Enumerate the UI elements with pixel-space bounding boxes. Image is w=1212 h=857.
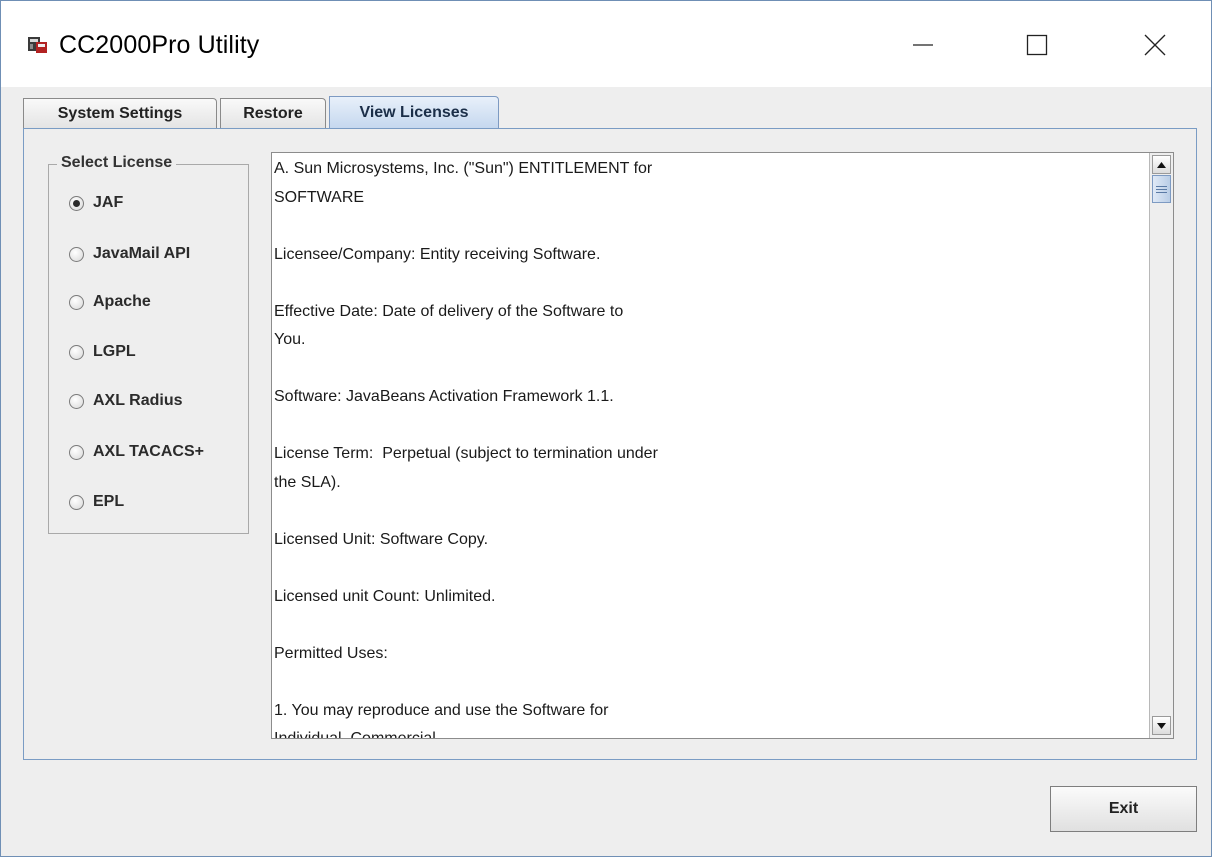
- radio-label: EPL: [93, 493, 125, 510]
- radio-label: JAF: [93, 194, 124, 211]
- grip-line: [1156, 191, 1167, 193]
- radio-button-icon[interactable]: [69, 494, 84, 510]
- radio-button-icon[interactable]: [69, 294, 84, 310]
- scroll-down-button[interactable]: [1152, 716, 1171, 735]
- radio-button-icon[interactable]: [69, 195, 84, 211]
- radio-epl[interactable]: EPL: [69, 491, 124, 513]
- maximize-icon: [1026, 34, 1048, 56]
- radio-apache[interactable]: Apache: [69, 291, 151, 313]
- window-title: CC2000Pro Utility: [59, 31, 260, 59]
- radio-lgpl[interactable]: LGPL: [69, 341, 136, 363]
- radio-label: AXL Radius: [93, 392, 183, 409]
- radio-button-icon[interactable]: [69, 344, 84, 360]
- radio-label: AXL TACACS+: [93, 443, 204, 460]
- title-bar[interactable]: CC2000Pro Utility: [1, 1, 1211, 87]
- license-text: A. Sun Microsystems, Inc. ("Sun") ENTITL…: [274, 160, 658, 739]
- license-text-area[interactable]: A. Sun Microsystems, Inc. ("Sun") ENTITL…: [271, 152, 1174, 739]
- close-icon: [1144, 34, 1166, 56]
- app-window: CC2000Pro Utility System Settings Restor…: [0, 0, 1212, 857]
- radio-label: JavaMail API: [93, 245, 191, 262]
- radio-button-icon[interactable]: [69, 393, 84, 409]
- tab-view-licenses[interactable]: View Licenses: [329, 96, 499, 129]
- app-icon: [28, 37, 47, 53]
- exit-button[interactable]: Exit: [1050, 786, 1197, 832]
- radio-label: LGPL: [93, 343, 136, 360]
- scrollbar-thumb[interactable]: [1152, 175, 1171, 203]
- vertical-scrollbar[interactable]: [1149, 153, 1173, 738]
- grip-line: [1156, 185, 1167, 187]
- radio-axl-radius[interactable]: AXL Radius: [69, 390, 183, 412]
- radio-button-icon[interactable]: [69, 444, 84, 460]
- radio-axl-tacacs[interactable]: AXL TACACS+: [69, 441, 204, 463]
- minimize-icon: [913, 44, 933, 46]
- tab-restore[interactable]: Restore: [220, 98, 326, 128]
- radio-javamail-api[interactable]: JavaMail API: [69, 243, 190, 265]
- maximize-button[interactable]: [1009, 23, 1065, 67]
- scroll-up-button[interactable]: [1152, 155, 1171, 174]
- select-license-title: Select License: [57, 154, 177, 172]
- radio-label: Apache: [93, 293, 151, 310]
- arrow-down-icon: [1157, 722, 1166, 729]
- radio-jaf[interactable]: JAF: [69, 192, 123, 214]
- close-button[interactable]: [1127, 23, 1183, 67]
- radio-button-icon[interactable]: [69, 246, 84, 262]
- arrow-up-icon: [1157, 161, 1166, 168]
- tab-system-settings[interactable]: System Settings: [23, 98, 217, 128]
- grip-line: [1156, 188, 1167, 190]
- minimize-button[interactable]: [895, 23, 951, 67]
